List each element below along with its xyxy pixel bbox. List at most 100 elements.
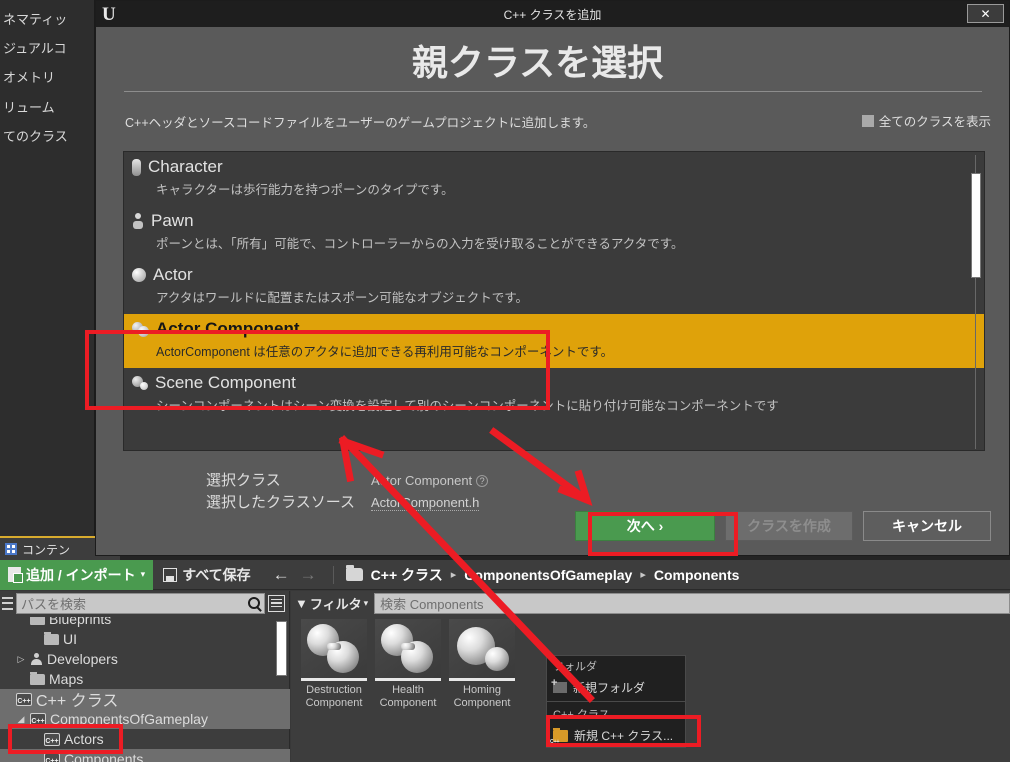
asset-label-line2: Component: [379, 697, 437, 709]
class-list-item[interactable]: Actor アクタはワールドに配置またはスポーン可能なオブジェクトです。: [124, 260, 984, 314]
breadcrumb-item-0[interactable]: C++ クラス: [371, 565, 443, 585]
class-name: Actor Component: [156, 319, 300, 338]
asset-search-input[interactable]: 検索 Components: [374, 592, 1010, 614]
context-menu: フォルダ 新規フォルダ C++ クラス 新規 C++ クラス...: [546, 655, 686, 748]
class-list-item[interactable]: Actor Component ActorComponent は任意のアクタに追加…: [124, 314, 984, 368]
class-list-item[interactable]: Pawn ポーンとは、「所有」可能で、コントローラーからの入力を受け取ることができ…: [124, 206, 984, 260]
content-browser-body: パスを検索 Blueprints UI ▷ Developers Maps C++ C++ …: [0, 591, 1010, 762]
content-browser-icon: [5, 543, 17, 555]
class-name: Scene Component: [155, 373, 296, 392]
folder-icon: [345, 565, 363, 581]
toolbar-divider: [332, 565, 334, 584]
context-menu-item-new-folder[interactable]: 新規フォルダ: [547, 676, 685, 699]
expand-twisty-icon[interactable]: ◢: [16, 714, 26, 725]
asset-tile[interactable]: Health Component: [375, 619, 441, 710]
scrollbar-thumb[interactable]: [971, 173, 981, 278]
tree-item-label: Actors: [64, 731, 104, 747]
context-menu-item-label: 新規 C++ クラス...: [574, 729, 674, 743]
context-menu-item-new-cpp-class[interactable]: 新規 C++ クラス...: [547, 724, 685, 747]
selected-source-label: 選択したクラスソース: [206, 494, 355, 511]
asset-label: Destruction Component: [301, 684, 367, 710]
show-all-classes-label: 全てのクラスを表示: [878, 115, 991, 129]
parent-class-list[interactable]: Character キャラクターは歩行能力を持つポーンのタイプです。 Pawn ポーン…: [123, 151, 985, 451]
filter-button[interactable]: ▼ フィルタ ▾: [295, 594, 368, 613]
content-browser: コンテン 追加 / インポート ▾ すべて保存 ← → C++ クラス ▸ Co…: [0, 536, 1010, 762]
tree-item-maps[interactable]: Maps: [0, 669, 290, 689]
class-list-item[interactable]: Character キャラクターは歩行能力を持つポーンのタイプです。: [124, 152, 984, 206]
menu-icon[interactable]: [2, 596, 13, 610]
context-menu-section-header: フォルダ: [553, 661, 597, 673]
breadcrumb-separator: ▸: [450, 569, 457, 581]
add-import-button[interactable]: 追加 / インポート ▾: [0, 559, 154, 590]
cpp-folder-icon: C++: [44, 752, 60, 762]
close-icon[interactable]: ✕: [967, 4, 1004, 23]
context-menu-divider: [547, 701, 685, 702]
asset-type-bar: [449, 678, 515, 681]
unreal-logo-icon: U: [102, 4, 116, 25]
bg-menu-item-3[interactable]: リューム: [0, 97, 55, 116]
asset-thumbnail: [375, 619, 441, 681]
path-panel: パスを検索 Blueprints UI ▷ Developers Maps C++ C++ …: [0, 591, 290, 762]
save-all-label: すべて保存: [182, 566, 251, 583]
tree-item-componentsofgameplay[interactable]: ◢ C++ ComponentsOfGameplay: [0, 709, 290, 729]
tree-item-label: Developers: [47, 651, 118, 667]
selected-source-value[interactable]: ActorComponent.h: [371, 495, 480, 511]
asset-tile[interactable]: Homing Component: [449, 619, 515, 710]
filter-funnel-icon: ▼: [295, 595, 308, 611]
tree-item-label: Blueprints: [49, 617, 112, 627]
save-icon: [163, 567, 178, 582]
expand-twisty-icon[interactable]: ▷: [16, 654, 26, 665]
bg-menu-item-2[interactable]: オメトリ: [0, 67, 55, 86]
asset-label-line1: Homing: [463, 684, 501, 696]
help-icon[interactable]: ?: [476, 474, 489, 487]
class-list-item[interactable]: Scene Component シーンコンポーネントはシーン変換を設定して別のシー…: [124, 368, 984, 422]
create-class-button: クラスを作成: [725, 511, 853, 541]
add-import-icon: [8, 567, 23, 583]
new-cpp-class-icon: [550, 727, 568, 745]
path-tree: Blueprints UI ▷ Developers Maps C++ C++ クラス ◢ C+…: [0, 617, 290, 762]
content-browser-toolbar: 追加 / インポート ▾ すべて保存 ← → C++ クラス ▸ Compone…: [0, 559, 1010, 590]
cancel-button[interactable]: キャンセル: [863, 511, 991, 541]
path-tree-scrollbar[interactable]: [276, 621, 287, 676]
actor-component-icon: [132, 321, 149, 337]
tab-content-browser-label: コンテン: [22, 542, 71, 557]
bg-menu-item-1[interactable]: ジュアルコ: [0, 38, 66, 57]
asset-label-line2: Component: [453, 697, 511, 709]
title-divider: [124, 91, 982, 92]
bg-menu-item-4[interactable]: てのクラス: [0, 126, 68, 145]
person-icon: [30, 652, 43, 666]
class-list-scrollbar[interactable]: [971, 155, 981, 449]
path-search-placeholder: パスを検索: [21, 596, 87, 612]
asset-label-line1: Destruction: [306, 684, 362, 696]
folder-icon: [30, 617, 45, 625]
asset-tile[interactable]: Destruction Component: [301, 619, 367, 710]
list-view-icon[interactable]: [268, 594, 285, 612]
character-icon: [132, 158, 141, 176]
forward-arrow-icon[interactable]: →: [300, 566, 317, 583]
tree-item-blueprints[interactable]: Blueprints: [0, 617, 290, 629]
save-all-button[interactable]: すべて保存: [153, 565, 260, 585]
show-all-classes-checkbox[interactable]: 全てのクラスを表示: [861, 111, 991, 130]
breadcrumb-item-1[interactable]: ComponentsOfGameplay: [464, 567, 632, 583]
tree-item-actors[interactable]: C++ Actors: [0, 729, 290, 749]
context-menu-item-label: 新規フォルダ: [573, 681, 646, 695]
tree-item-ui[interactable]: UI: [0, 629, 290, 649]
bg-menu-item-0[interactable]: ネマティッ: [0, 9, 67, 28]
checkbox-box-icon: [861, 114, 874, 127]
tree-item-developers[interactable]: ▷ Developers: [0, 649, 290, 669]
breadcrumb-item-2[interactable]: Components: [654, 567, 740, 583]
folder-icon: [30, 671, 45, 685]
asset-filter-bar: ▼ フィルタ ▾ 検索 Components: [291, 591, 1010, 615]
cpp-folder-icon: C++: [30, 712, 46, 726]
chevron-down-icon: ▾: [363, 597, 369, 608]
tree-item-components[interactable]: C++ Components: [0, 749, 290, 762]
tree-item-label: Components: [64, 751, 144, 762]
add-cpp-class-dialog: U C++ クラスを追加 ✕ 親クラスを選択 C++ヘッダとソースコードファイル…: [95, 0, 1010, 556]
tree-item-label: Maps: [49, 671, 84, 687]
tree-item-c-[interactable]: C++ C++ クラス: [0, 689, 290, 710]
page-title: 親クラスを選択: [411, 42, 664, 83]
back-arrow-icon[interactable]: ←: [273, 566, 290, 583]
path-search-input[interactable]: パスを検索: [16, 592, 265, 614]
cpp-folder-icon: C++: [16, 692, 32, 706]
next-button[interactable]: 次へ ›: [575, 511, 715, 541]
